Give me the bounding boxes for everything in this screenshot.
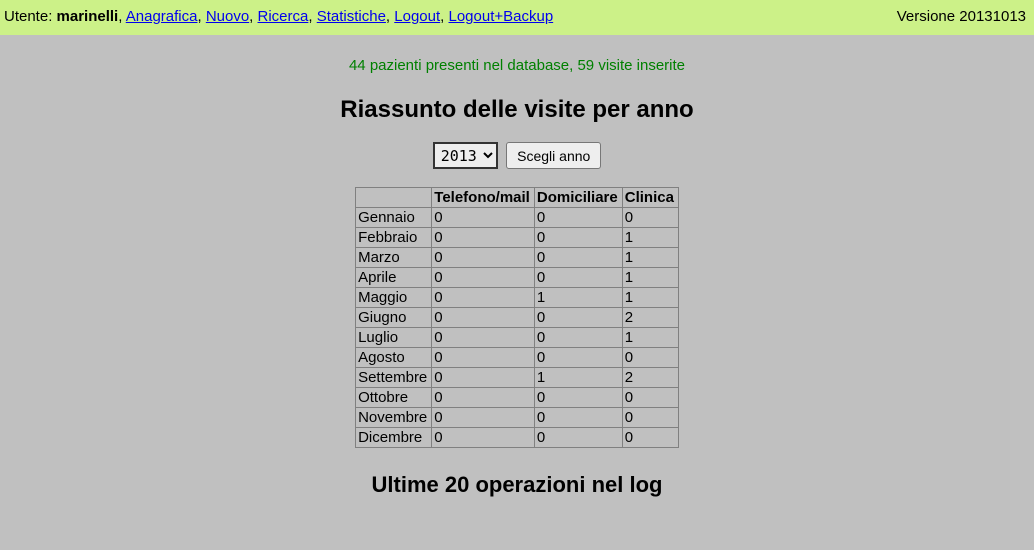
cell-value: 0: [622, 208, 678, 228]
cell-value: 0: [432, 288, 535, 308]
nav-statistiche[interactable]: Statistiche: [317, 8, 386, 25]
row-label: Novembre: [356, 408, 432, 428]
cell-value: 0: [432, 248, 535, 268]
row-label: Febbraio: [356, 228, 432, 248]
cell-value: 0: [432, 308, 535, 328]
cell-value: 0: [432, 268, 535, 288]
cell-value: 0: [534, 348, 622, 368]
cell-value: 0: [432, 428, 535, 448]
row-label: Ottobre: [356, 388, 432, 408]
page-title: Riassunto delle visite per anno: [0, 96, 1034, 124]
table-row: Ottobre000: [356, 388, 679, 408]
cell-value: 0: [622, 388, 678, 408]
stats-line: 44 pazienti presenti nel database, 59 vi…: [0, 57, 1034, 74]
table-row: Novembre000: [356, 408, 679, 428]
cell-value: 0: [534, 228, 622, 248]
cell-value: 1: [622, 288, 678, 308]
cell-value: 2: [622, 308, 678, 328]
table-row: Maggio011: [356, 288, 679, 308]
nav-nuovo[interactable]: Nuovo: [206, 8, 249, 25]
year-form: 2013 Scegli anno: [0, 142, 1034, 169]
col-domiciliare: Domiciliare: [534, 188, 622, 208]
cell-value: 0: [534, 388, 622, 408]
table-row: Gennaio000: [356, 208, 679, 228]
table-row: Settembre012: [356, 368, 679, 388]
row-label: Aprile: [356, 268, 432, 288]
cell-value: 1: [622, 228, 678, 248]
cell-value: 0: [534, 408, 622, 428]
row-label: Settembre: [356, 368, 432, 388]
table-corner: [356, 188, 432, 208]
cell-value: 0: [432, 408, 535, 428]
cell-value: 1: [534, 368, 622, 388]
table-row: Luglio001: [356, 328, 679, 348]
row-label: Gennaio: [356, 208, 432, 228]
cell-value: 0: [534, 328, 622, 348]
nav-logout[interactable]: Logout: [394, 8, 440, 25]
user-label: Utente:: [4, 8, 57, 25]
row-label: Dicembre: [356, 428, 432, 448]
row-label: Luglio: [356, 328, 432, 348]
cell-value: 0: [432, 388, 535, 408]
table-row: Giugno002: [356, 308, 679, 328]
topbar: Utente: marinelli, Anagrafica, Nuovo, Ri…: [0, 0, 1034, 35]
table-row: Dicembre000: [356, 428, 679, 448]
nav-logout-backup[interactable]: Logout+Backup: [449, 8, 554, 25]
cell-value: 1: [622, 328, 678, 348]
cell-value: 0: [432, 348, 535, 368]
cell-value: 2: [622, 368, 678, 388]
cell-value: 0: [622, 348, 678, 368]
col-clinica: Clinica: [622, 188, 678, 208]
col-telefono: Telefono/mail: [432, 188, 535, 208]
cell-value: 0: [534, 248, 622, 268]
table-row: Agosto000: [356, 348, 679, 368]
cell-value: 0: [432, 368, 535, 388]
cell-value: 0: [534, 268, 622, 288]
table-row: Marzo001: [356, 248, 679, 268]
cell-value: 0: [432, 328, 535, 348]
choose-year-button[interactable]: Scegli anno: [506, 142, 601, 169]
cell-value: 0: [622, 428, 678, 448]
row-label: Agosto: [356, 348, 432, 368]
cell-value: 0: [534, 208, 622, 228]
cell-value: 0: [432, 228, 535, 248]
cell-value: 0: [432, 208, 535, 228]
cell-value: 1: [534, 288, 622, 308]
cell-value: 0: [534, 428, 622, 448]
nav-anagrafica[interactable]: Anagrafica: [126, 8, 198, 25]
log-title: Ultime 20 operazioni nel log: [0, 472, 1034, 498]
version-label: Versione 20131013: [897, 8, 1028, 25]
topbar-left: Utente: marinelli, Anagrafica, Nuovo, Ri…: [4, 8, 553, 25]
row-label: Marzo: [356, 248, 432, 268]
cell-value: 0: [622, 408, 678, 428]
table-row: Aprile001: [356, 268, 679, 288]
row-label: Giugno: [356, 308, 432, 328]
table-row: Febbraio001: [356, 228, 679, 248]
nav-ricerca[interactable]: Ricerca: [258, 8, 309, 25]
username: marinelli: [57, 8, 119, 25]
visits-table: Telefono/mail Domiciliare Clinica Gennai…: [355, 187, 679, 448]
cell-value: 1: [622, 248, 678, 268]
year-select[interactable]: 2013: [433, 142, 498, 169]
cell-value: 0: [534, 308, 622, 328]
row-label: Maggio: [356, 288, 432, 308]
cell-value: 1: [622, 268, 678, 288]
